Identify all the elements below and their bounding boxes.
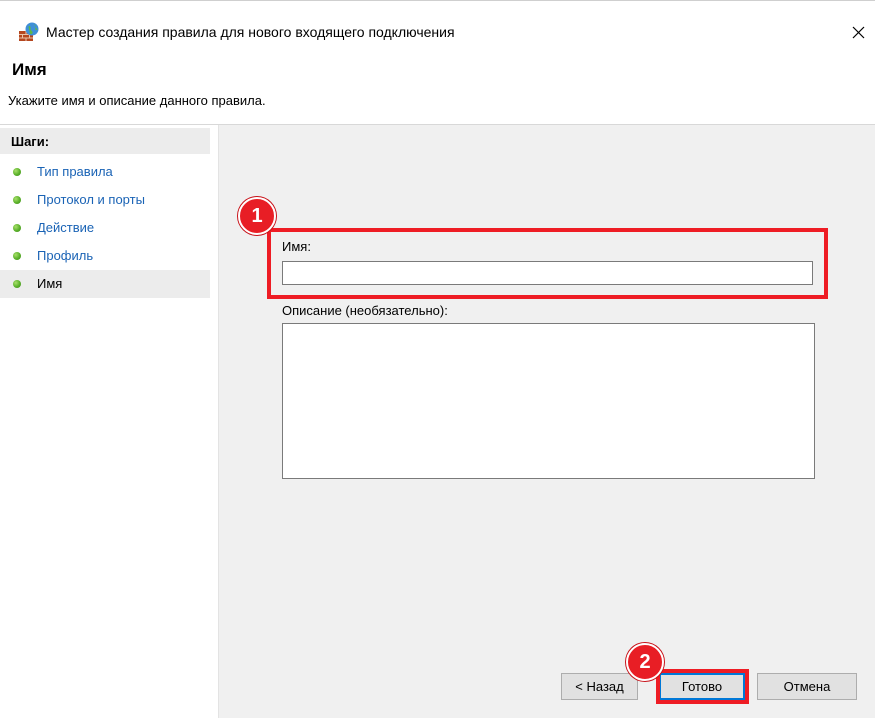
- name-label: Имя:: [282, 239, 311, 254]
- description-label: Описание (необязательно):: [282, 303, 448, 318]
- step-name[interactable]: Имя: [0, 270, 210, 298]
- step-marker-2: 2: [626, 643, 664, 681]
- step-status-icon: [13, 196, 21, 204]
- step-label: Протокол и порты: [37, 192, 145, 207]
- step-protocol-ports[interactable]: Протокол и порты: [0, 186, 210, 214]
- step-status-icon: [13, 280, 21, 288]
- step-label: Тип правила: [37, 164, 113, 179]
- step-profile[interactable]: Профиль: [0, 242, 210, 270]
- window-title: Мастер создания правила для нового входя…: [46, 24, 455, 40]
- page-subtitle: Укажите имя и описание данного правила.: [8, 93, 266, 108]
- step-status-icon: [13, 252, 21, 260]
- step-marker-1: 1: [238, 197, 276, 235]
- back-button[interactable]: < Назад: [561, 673, 638, 700]
- steps-header: Шаги:: [0, 128, 210, 154]
- step-label: Имя: [37, 276, 63, 291]
- title-bar[interactable]: Мастер создания правила для нового входя…: [0, 1, 875, 47]
- content-area: Имя: Описание (необязательно): < Назад Г…: [219, 125, 875, 718]
- step-label: Действие: [37, 220, 95, 235]
- step-rule-type[interactable]: Тип правила: [0, 158, 210, 186]
- step-label: Профиль: [37, 248, 94, 263]
- step-status-icon: [13, 168, 21, 176]
- close-button[interactable]: [842, 17, 875, 47]
- steps-title: Шаги:: [11, 134, 50, 149]
- finish-button[interactable]: Готово: [659, 673, 745, 700]
- cancel-button[interactable]: Отмена: [757, 673, 857, 700]
- step-action[interactable]: Действие: [0, 214, 210, 242]
- description-input[interactable]: [282, 323, 815, 479]
- steps-panel: Шаги: Тип правила Протокол и порты Дейст…: [0, 125, 219, 718]
- firewall-icon: [19, 22, 39, 41]
- page-title: Имя: [12, 60, 47, 79]
- wizard-window: Мастер создания правила для нового входя…: [0, 0, 875, 718]
- close-icon: [852, 26, 865, 39]
- step-status-icon: [13, 224, 21, 232]
- name-input[interactable]: [282, 261, 813, 285]
